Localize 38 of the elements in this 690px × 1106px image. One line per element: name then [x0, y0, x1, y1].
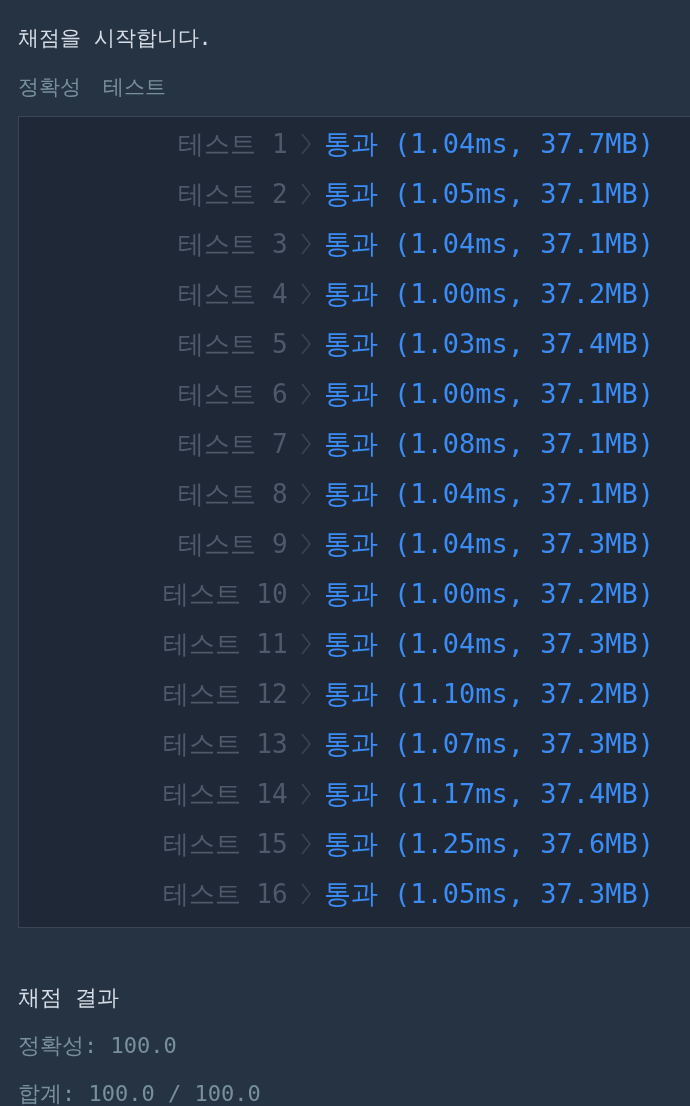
test-result: 통과 (1.05ms, 37.3MB) — [323, 877, 654, 911]
chevron-icon — [299, 831, 312, 857]
summary-line: 합계: 100.0 / 100.0 — [18, 1080, 262, 1106]
chevron-icon — [299, 881, 312, 907]
section-title: 정확성 — [18, 74, 81, 101]
summary-line: 정확성: 100.0 — [18, 1032, 178, 1060]
test-result: 통과 (1.04ms, 37.7MB) — [323, 127, 654, 161]
chevron-icon — [299, 281, 312, 307]
chevron-icon — [299, 331, 312, 357]
test-result: 통과 (1.04ms, 37.1MB) — [323, 227, 654, 261]
test-result: 통과 (1.00ms, 37.1MB) — [323, 377, 654, 411]
chevron-icon — [299, 581, 312, 607]
chevron-icon — [299, 731, 312, 757]
chevron-icon — [299, 231, 312, 257]
test-result: 통과 (1.17ms, 37.4MB) — [323, 777, 654, 811]
status-message: 채점을 시작합니다. — [18, 25, 213, 52]
chevron-icon — [299, 381, 312, 407]
test-result: 통과 (1.04ms, 37.1MB) — [323, 477, 654, 511]
chevron-icon — [299, 131, 312, 157]
test-result: 통과 (1.10ms, 37.2MB) — [323, 677, 654, 711]
summary-title: 채점 결과 — [18, 984, 121, 1012]
test-result: 통과 (1.08ms, 37.1MB) — [323, 427, 654, 461]
test-result: 통과 (1.25ms, 37.6MB) — [323, 827, 654, 861]
test-result: 통과 (1.00ms, 37.2MB) — [323, 577, 654, 611]
chevron-icon — [299, 481, 312, 507]
chevron-icon — [299, 531, 312, 557]
test-result: 통과 (1.04ms, 37.3MB) — [323, 627, 654, 661]
test-result: 통과 (1.03ms, 37.4MB) — [323, 327, 654, 361]
chevron-icon — [299, 681, 312, 707]
test-result: 통과 (1.07ms, 37.3MB) — [323, 727, 654, 761]
chevron-icon — [299, 781, 312, 807]
test-result: 통과 (1.00ms, 37.2MB) — [323, 277, 654, 311]
test-result: 통과 (1.04ms, 37.3MB) — [323, 527, 654, 561]
section-title: 테스트 — [103, 74, 166, 101]
chevron-icon — [299, 631, 312, 657]
chevron-icon — [299, 431, 312, 457]
test-result: 통과 (1.05ms, 37.1MB) — [323, 177, 654, 211]
chevron-icon — [299, 181, 312, 207]
